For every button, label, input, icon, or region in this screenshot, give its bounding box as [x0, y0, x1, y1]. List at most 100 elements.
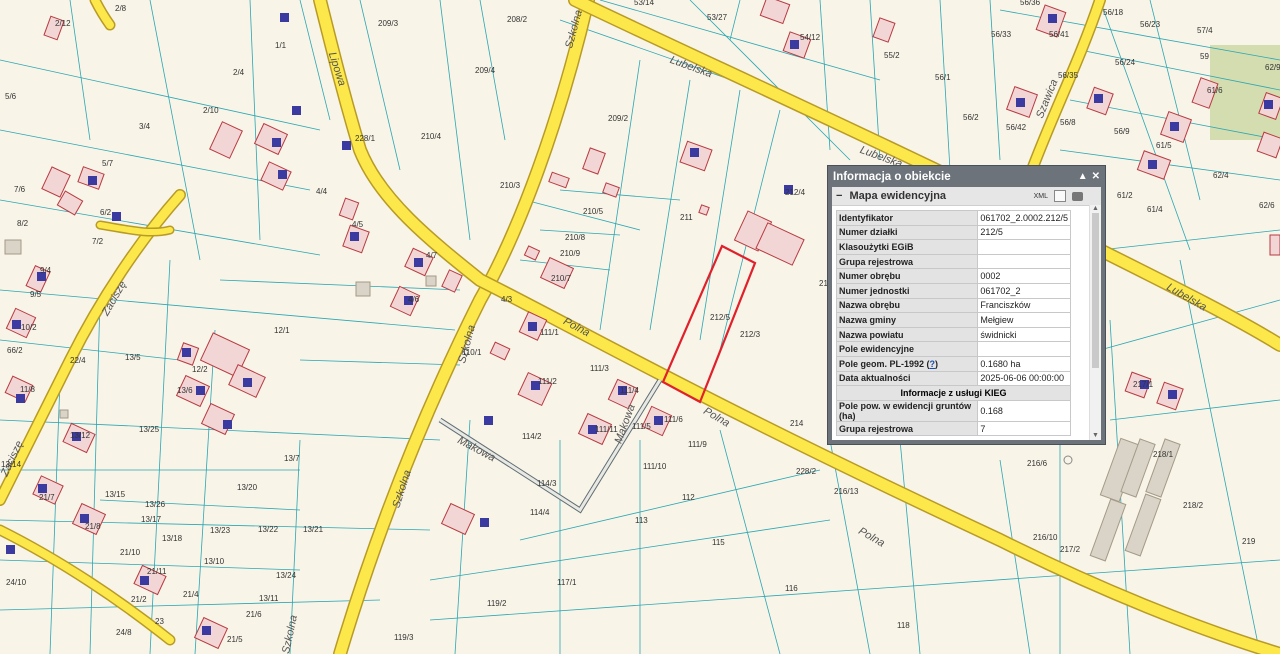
parcel-number-label: 12/1 — [274, 326, 290, 335]
parcel-number-label: 216/6 — [1027, 459, 1048, 468]
info-key: Nazwa gminy — [835, 312, 979, 328]
info-value — [977, 341, 1071, 357]
parcel-number-label: 13/26 — [145, 500, 166, 509]
parcel-number-label: 114/2 — [522, 432, 542, 441]
scroll-up-icon[interactable]: ▲ — [1090, 205, 1101, 213]
parcel-number-label: 228/1 — [355, 134, 376, 143]
info-row: Nazwa gminy Mełgiew — [835, 312, 1071, 328]
info-row: Numer jednostki 061702_2 — [835, 282, 1071, 299]
panel-scrollbar[interactable]: ▲ ▼ — [1089, 205, 1101, 440]
parcel-number-label: 2/10 — [203, 106, 219, 115]
close-icon[interactable]: ✕ — [1092, 171, 1100, 182]
parcel-number-label: 56/33 — [991, 30, 1012, 39]
parcel-number-label: 56/2 — [963, 113, 979, 122]
parcel-number-label: 218/1 — [1153, 450, 1174, 459]
parcel-number-label: 210/7 — [551, 274, 572, 283]
parcel-number-label: 3/4 — [139, 122, 151, 131]
parcel-number-label: 115 — [712, 538, 725, 547]
help-link[interactable]: ? — [930, 359, 936, 369]
parcel-number-label: 4/5 — [352, 220, 364, 229]
parcel-number-label: 56/8 — [1060, 118, 1076, 127]
scroll-thumb[interactable] — [1092, 213, 1099, 368]
parcel-number-label: 228/2 — [796, 467, 817, 476]
info-key: Grupa rejestrowa — [835, 420, 979, 437]
info-value: Mełgiew — [977, 312, 1071, 328]
map-feature-circle — [1063, 455, 1073, 465]
parcel-number-label: 111/2 — [538, 377, 557, 386]
info-row: Grupa rejestrowa 7 — [835, 420, 1071, 437]
parcel-number-label: 119/2 — [487, 599, 507, 608]
parcel-number-label: 217/2 — [1060, 545, 1081, 554]
parcel-number-label: 209/2 — [608, 114, 629, 123]
panel-title: Informacja o obiekcie — [833, 170, 951, 183]
parcel-number-label: 21/8 — [85, 522, 101, 531]
info-key: Pole geom. PL-1992 (?) — [835, 355, 979, 372]
parcel-number-label: 54/12 — [800, 33, 821, 42]
scroll-down-icon[interactable]: ▼ — [1090, 432, 1101, 440]
parcel-number-label: 212/3 — [740, 330, 761, 339]
parcel-number-label: 13/25 — [139, 425, 160, 434]
parcel-number-label: 111/10 — [643, 462, 667, 471]
parcel-number-label: 53/14 — [634, 0, 655, 7]
parcel-number-label: 211 — [680, 213, 693, 222]
parcel-number-label: 21/11 — [147, 567, 167, 576]
parcel-number-label: 13/6 — [177, 386, 193, 395]
info-value: 212/5 — [977, 224, 1071, 241]
info-value — [977, 239, 1071, 255]
parcel-number-label: 4/6 — [408, 295, 420, 304]
section-header[interactable]: − Mapa ewidencyjna XML — [832, 187, 1101, 206]
parcel-number-label: 111/5 — [632, 422, 651, 431]
parcel-number-label: 53/27 — [707, 13, 728, 22]
road-label: Szkolna — [280, 614, 300, 654]
parcel-number-label: 114/3 — [537, 479, 557, 488]
parcel-number-label: 5/7 — [102, 159, 114, 168]
parcel-number-label: 56/24 — [1115, 58, 1136, 67]
info-row: Nazwa powiatu świdnicki — [835, 326, 1071, 343]
parcel-number-label: 61/5 — [1156, 141, 1172, 150]
parcel-number-label: 11/8 — [20, 385, 36, 394]
parcel-number-label: 118 — [897, 621, 910, 630]
info-key: Nazwa obrębu — [835, 297, 979, 314]
info-row: Grupa rejestrowa — [835, 253, 1071, 270]
panel-titlebar[interactable]: Informacja o obiekcie ▲ ✕ — [828, 166, 1105, 187]
parcel-number-label: 56/42 — [1006, 123, 1027, 132]
parcel-number-label: 56/35 — [1058, 71, 1079, 80]
parcel-number-label: 21/10 — [120, 548, 141, 557]
parcel-number-label: 13/24 — [276, 571, 297, 580]
info-key: Numer działki — [835, 224, 979, 241]
info-value: 0.168 — [977, 399, 1071, 422]
parcel-number-label: 56/9 — [1114, 127, 1130, 136]
kieg-header: Informacje z usługi KIEG — [836, 385, 1071, 401]
info-value: 061702_2.0002.212/5 — [977, 210, 1071, 226]
info-key: Numer jednostki — [835, 282, 979, 299]
parcel-number-label: 13/14 — [1, 460, 22, 469]
parcel-number-label: 114/4 — [530, 508, 550, 517]
info-key: Numer obrębu — [835, 268, 979, 284]
parcel-number-label: 111/3 — [590, 364, 609, 373]
parcel-number-label: 56/36 — [1020, 0, 1041, 7]
parcel-number-label: 212/5 — [710, 313, 731, 322]
parcel-number-label: 210/5 — [583, 207, 604, 216]
parcel-number-label: 61/6 — [1207, 86, 1223, 95]
collapse-icon[interactable]: ▲ — [1078, 171, 1088, 182]
list-icon[interactable] — [1054, 190, 1066, 202]
xml-export-button[interactable]: XML — [1034, 193, 1048, 200]
parcel-number-label: 13/20 — [237, 483, 258, 492]
parcel-number-label: 8/2 — [17, 219, 29, 228]
print-icon[interactable] — [1072, 191, 1083, 201]
info-value: Franciszków — [977, 297, 1071, 314]
parcel-number-label: 209/4 — [475, 66, 496, 75]
parcel-number-label: 112 — [682, 493, 695, 502]
parcel-number-label: 216/13 — [834, 487, 859, 496]
info-value — [977, 253, 1071, 270]
panel-body: − Mapa ewidencyjna XML Identyfikator 0617… — [832, 187, 1101, 440]
parcel-number-label: 62/6 — [1259, 201, 1275, 210]
parcel-number-label: 24/8 — [116, 628, 132, 637]
parcel-number-label: 62/4 — [1213, 171, 1229, 180]
parcel-number-label: 208/2 — [507, 15, 528, 24]
collapse-minus-icon[interactable]: − — [836, 190, 842, 202]
object-info-panel[interactable]: Informacja o obiekcie ▲ ✕ − Mapa ewidenc… — [827, 165, 1106, 445]
parcel-number-label: 61/2 — [1117, 191, 1133, 200]
parcel-number-label: 6/2 — [100, 208, 112, 217]
parcel-number-label: 21/5 — [227, 635, 243, 644]
